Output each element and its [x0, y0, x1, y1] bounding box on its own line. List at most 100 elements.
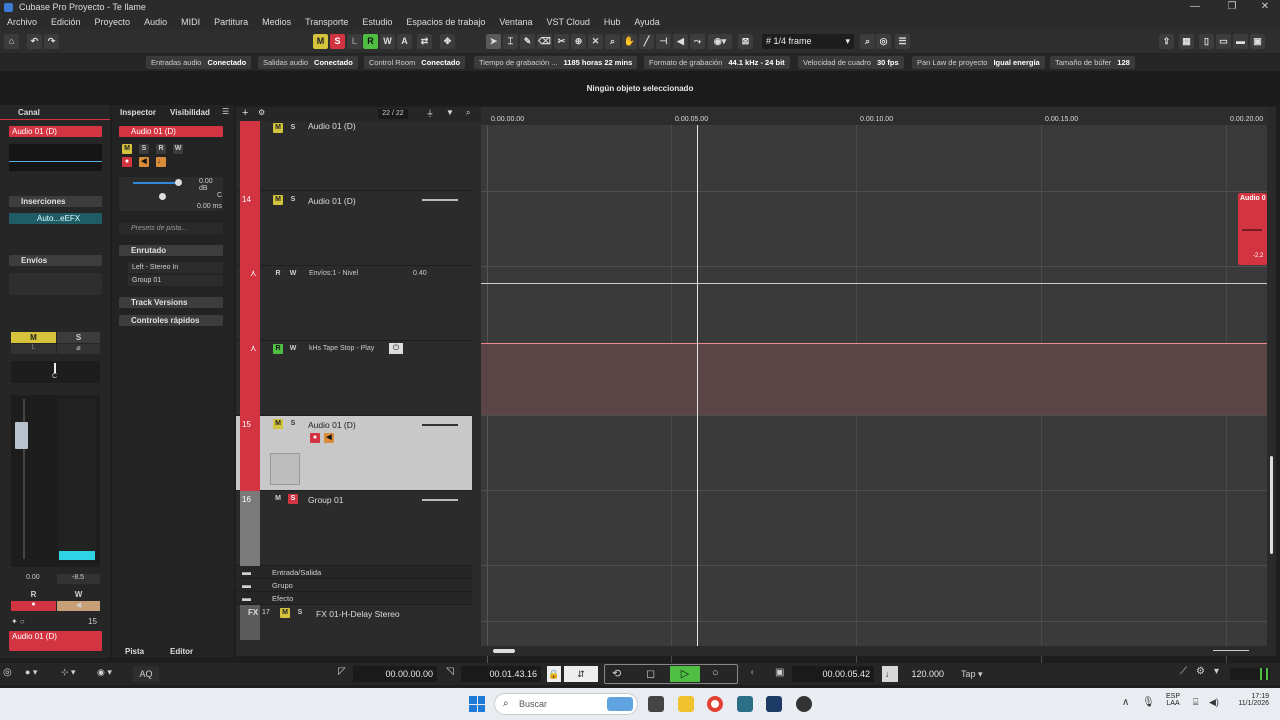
auto-quantize-button[interactable]: AQ	[133, 666, 159, 682]
minimize-icon[interactable]: —	[1178, 0, 1212, 14]
menu-ventana[interactable]: Ventana	[495, 17, 536, 27]
time-warp-icon[interactable]: ⊣	[656, 34, 671, 49]
edit-icon[interactable]: ✦ ○	[11, 617, 25, 626]
home-icon[interactable]: ⌂	[4, 34, 19, 49]
volume-icon[interactable]: ◀)	[1209, 697, 1219, 708]
track-record-button[interactable]: ●	[310, 433, 320, 443]
export-icon[interactable]: ⇪	[1159, 34, 1174, 49]
menu-estudio[interactable]: Estudio	[358, 17, 396, 27]
erase-tool-icon[interactable]: ⌫	[537, 34, 552, 49]
channel-bottom-name[interactable]: Audio 01 (D)	[9, 631, 102, 651]
channel-solo-button[interactable]: S	[57, 332, 100, 343]
right-locator-field[interactable]: 00.01.43.16	[461, 666, 541, 682]
insp-monitor-button[interactable]: ◀	[139, 157, 149, 167]
position-field[interactable]: 00.00.05.42	[792, 666, 874, 682]
menu-vstcloud[interactable]: VST Cloud	[542, 17, 593, 27]
track-presets-icon[interactable]: ⚙	[258, 108, 265, 117]
track-solo-button[interactable]: S	[288, 419, 298, 429]
insp-solo-button[interactable]: S	[139, 144, 149, 154]
insp-timebase-icon[interactable]: ♩	[156, 157, 166, 167]
right-locator-icon[interactable]: ◹	[446, 666, 454, 677]
pointer-tool-icon[interactable]: ➤	[486, 34, 501, 49]
input-routing-select[interactable]: Left - Stereo In	[128, 262, 223, 273]
menu-archivo[interactable]: Archivo	[3, 17, 41, 27]
track-volume-slider[interactable]	[422, 499, 458, 501]
insp-read-button[interactable]: R	[156, 144, 166, 154]
close-icon[interactable]: ✕	[1248, 0, 1280, 14]
autoscroll-icon[interactable]: ⇄	[417, 34, 432, 49]
fx-solo-button[interactable]: S	[295, 608, 305, 618]
tempo-field[interactable]: 120.000	[900, 666, 948, 682]
auto-write-button[interactable]: W	[288, 269, 298, 279]
insp-mute-button[interactable]: M	[122, 144, 132, 154]
listen-button[interactable]: L	[347, 34, 362, 49]
funnel-icon[interactable]: ▼	[446, 108, 454, 117]
pan-knob[interactable]	[159, 193, 166, 200]
status-tiempo-grabacion[interactable]: Tiempo de grabación ... 1185 horas 22 min…	[474, 56, 638, 69]
tab-pista[interactable]: Pista	[125, 647, 144, 656]
track-name[interactable]: Audio 01 (D)	[308, 121, 356, 131]
stop-icon[interactable]: ◻	[646, 667, 655, 680]
automation-value[interactable]: 0.40	[413, 270, 427, 277]
track-mute-button[interactable]: M	[273, 419, 283, 429]
envios-section[interactable]: Envíos	[9, 255, 102, 266]
language-indicator[interactable]: ESP LAA	[1166, 693, 1180, 707]
transport-gear-icon[interactable]: ⚙	[1196, 666, 1205, 677]
menu-partitura[interactable]: Partitura	[210, 17, 252, 27]
insert-slot[interactable]: Auto...eEFX	[9, 213, 102, 224]
status-velocidad[interactable]: Velocidad de cuadro 30 fps	[798, 56, 904, 69]
folder-track[interactable]: ▬ Grupo	[236, 579, 472, 592]
app-icon[interactable]	[737, 696, 753, 712]
status-pan-law[interactable]: Pan Law de proyecto Igual energía	[912, 56, 1045, 69]
track-name[interactable]: Audio 01 (D)	[308, 420, 356, 430]
tray-chevron-icon[interactable]: ∧	[1122, 697, 1129, 708]
quantize-select[interactable]: # 1/4 frame ▾	[762, 34, 854, 49]
mute-tool-icon[interactable]: ✕	[588, 34, 603, 49]
insp-record-button[interactable]: ●	[122, 157, 132, 167]
volume-fader-handle[interactable]	[15, 422, 28, 449]
menu-hub[interactable]: Hub	[600, 17, 625, 27]
tab-visibilidad[interactable]: Visibilidad	[170, 108, 210, 117]
file-explorer-icon[interactable]	[678, 696, 694, 712]
layout-right-icon[interactable]: ▭	[1216, 34, 1231, 49]
peak-value[interactable]: -8.5	[57, 574, 100, 584]
record-icon[interactable]: ○	[712, 667, 719, 679]
automation-lane[interactable]: ⋏ R W Envíos:1 - Nivel 0.40	[236, 266, 472, 341]
power-icon[interactable]: ⏻	[389, 343, 403, 354]
menu-midi[interactable]: MIDI	[177, 17, 204, 27]
menu-ayuda[interactable]: Ayuda	[630, 17, 663, 27]
monitor-button[interactable]: ◀	[57, 601, 100, 611]
network-icon[interactable]: ⌸	[1193, 697, 1198, 708]
status-buffer[interactable]: Tamaño de búfer 128	[1050, 56, 1135, 69]
layout-left-icon[interactable]: ▯	[1199, 34, 1214, 49]
redo-icon[interactable]: ↷	[44, 34, 59, 49]
volume-value[interactable]: 0.00	[11, 574, 54, 584]
output-routing-select[interactable]: Group 01	[128, 275, 223, 286]
list-icon[interactable]: ☰	[895, 34, 910, 49]
track-name[interactable]: Audio 01 (D)	[308, 196, 356, 206]
cubase-taskbar-icon[interactable]	[766, 696, 782, 712]
precount-icon[interactable]: ◉ ▾	[97, 667, 112, 678]
display-format-icon[interactable]: ▣	[775, 667, 784, 678]
horizontal-scrollbar[interactable]	[481, 646, 1267, 656]
layout-full-icon[interactable]: ▣	[1250, 34, 1265, 49]
status-control-room[interactable]: Control Room Conectado	[364, 56, 466, 69]
tap-tempo-select[interactable]: Tap ▾	[955, 666, 1001, 682]
channel-listen-button[interactable]: L	[11, 344, 56, 354]
menu-icon[interactable]: ☰	[222, 107, 229, 116]
volume-knob[interactable]	[175, 179, 182, 186]
inserciones-section[interactable]: Inserciones	[9, 196, 102, 207]
comp-tool-icon[interactable]: ⤳	[690, 34, 705, 49]
line-tool-icon[interactable]: ╱	[639, 34, 654, 49]
menu-espacios[interactable]: Espacios de trabajo	[402, 17, 489, 27]
clock[interactable]: 17:19 11/1/2026	[1229, 693, 1269, 707]
track-solo-button[interactable]: S	[288, 123, 298, 133]
track-row[interactable]: M S Audio 01 (D)	[236, 121, 472, 191]
keyboard-icon[interactable]: ▦	[1179, 34, 1194, 49]
track-volume-slider[interactable]	[422, 424, 458, 426]
project-timeline[interactable]: 0.00.00.00 0.00.05.00 0.00.10.00 0.00.15…	[481, 107, 1276, 674]
filter-icon[interactable]: ⏚	[426, 108, 434, 119]
track-volume-slider[interactable]	[422, 199, 458, 201]
channel-mute-button[interactable]: M	[11, 332, 56, 343]
chrome-icon[interactable]	[707, 696, 723, 712]
